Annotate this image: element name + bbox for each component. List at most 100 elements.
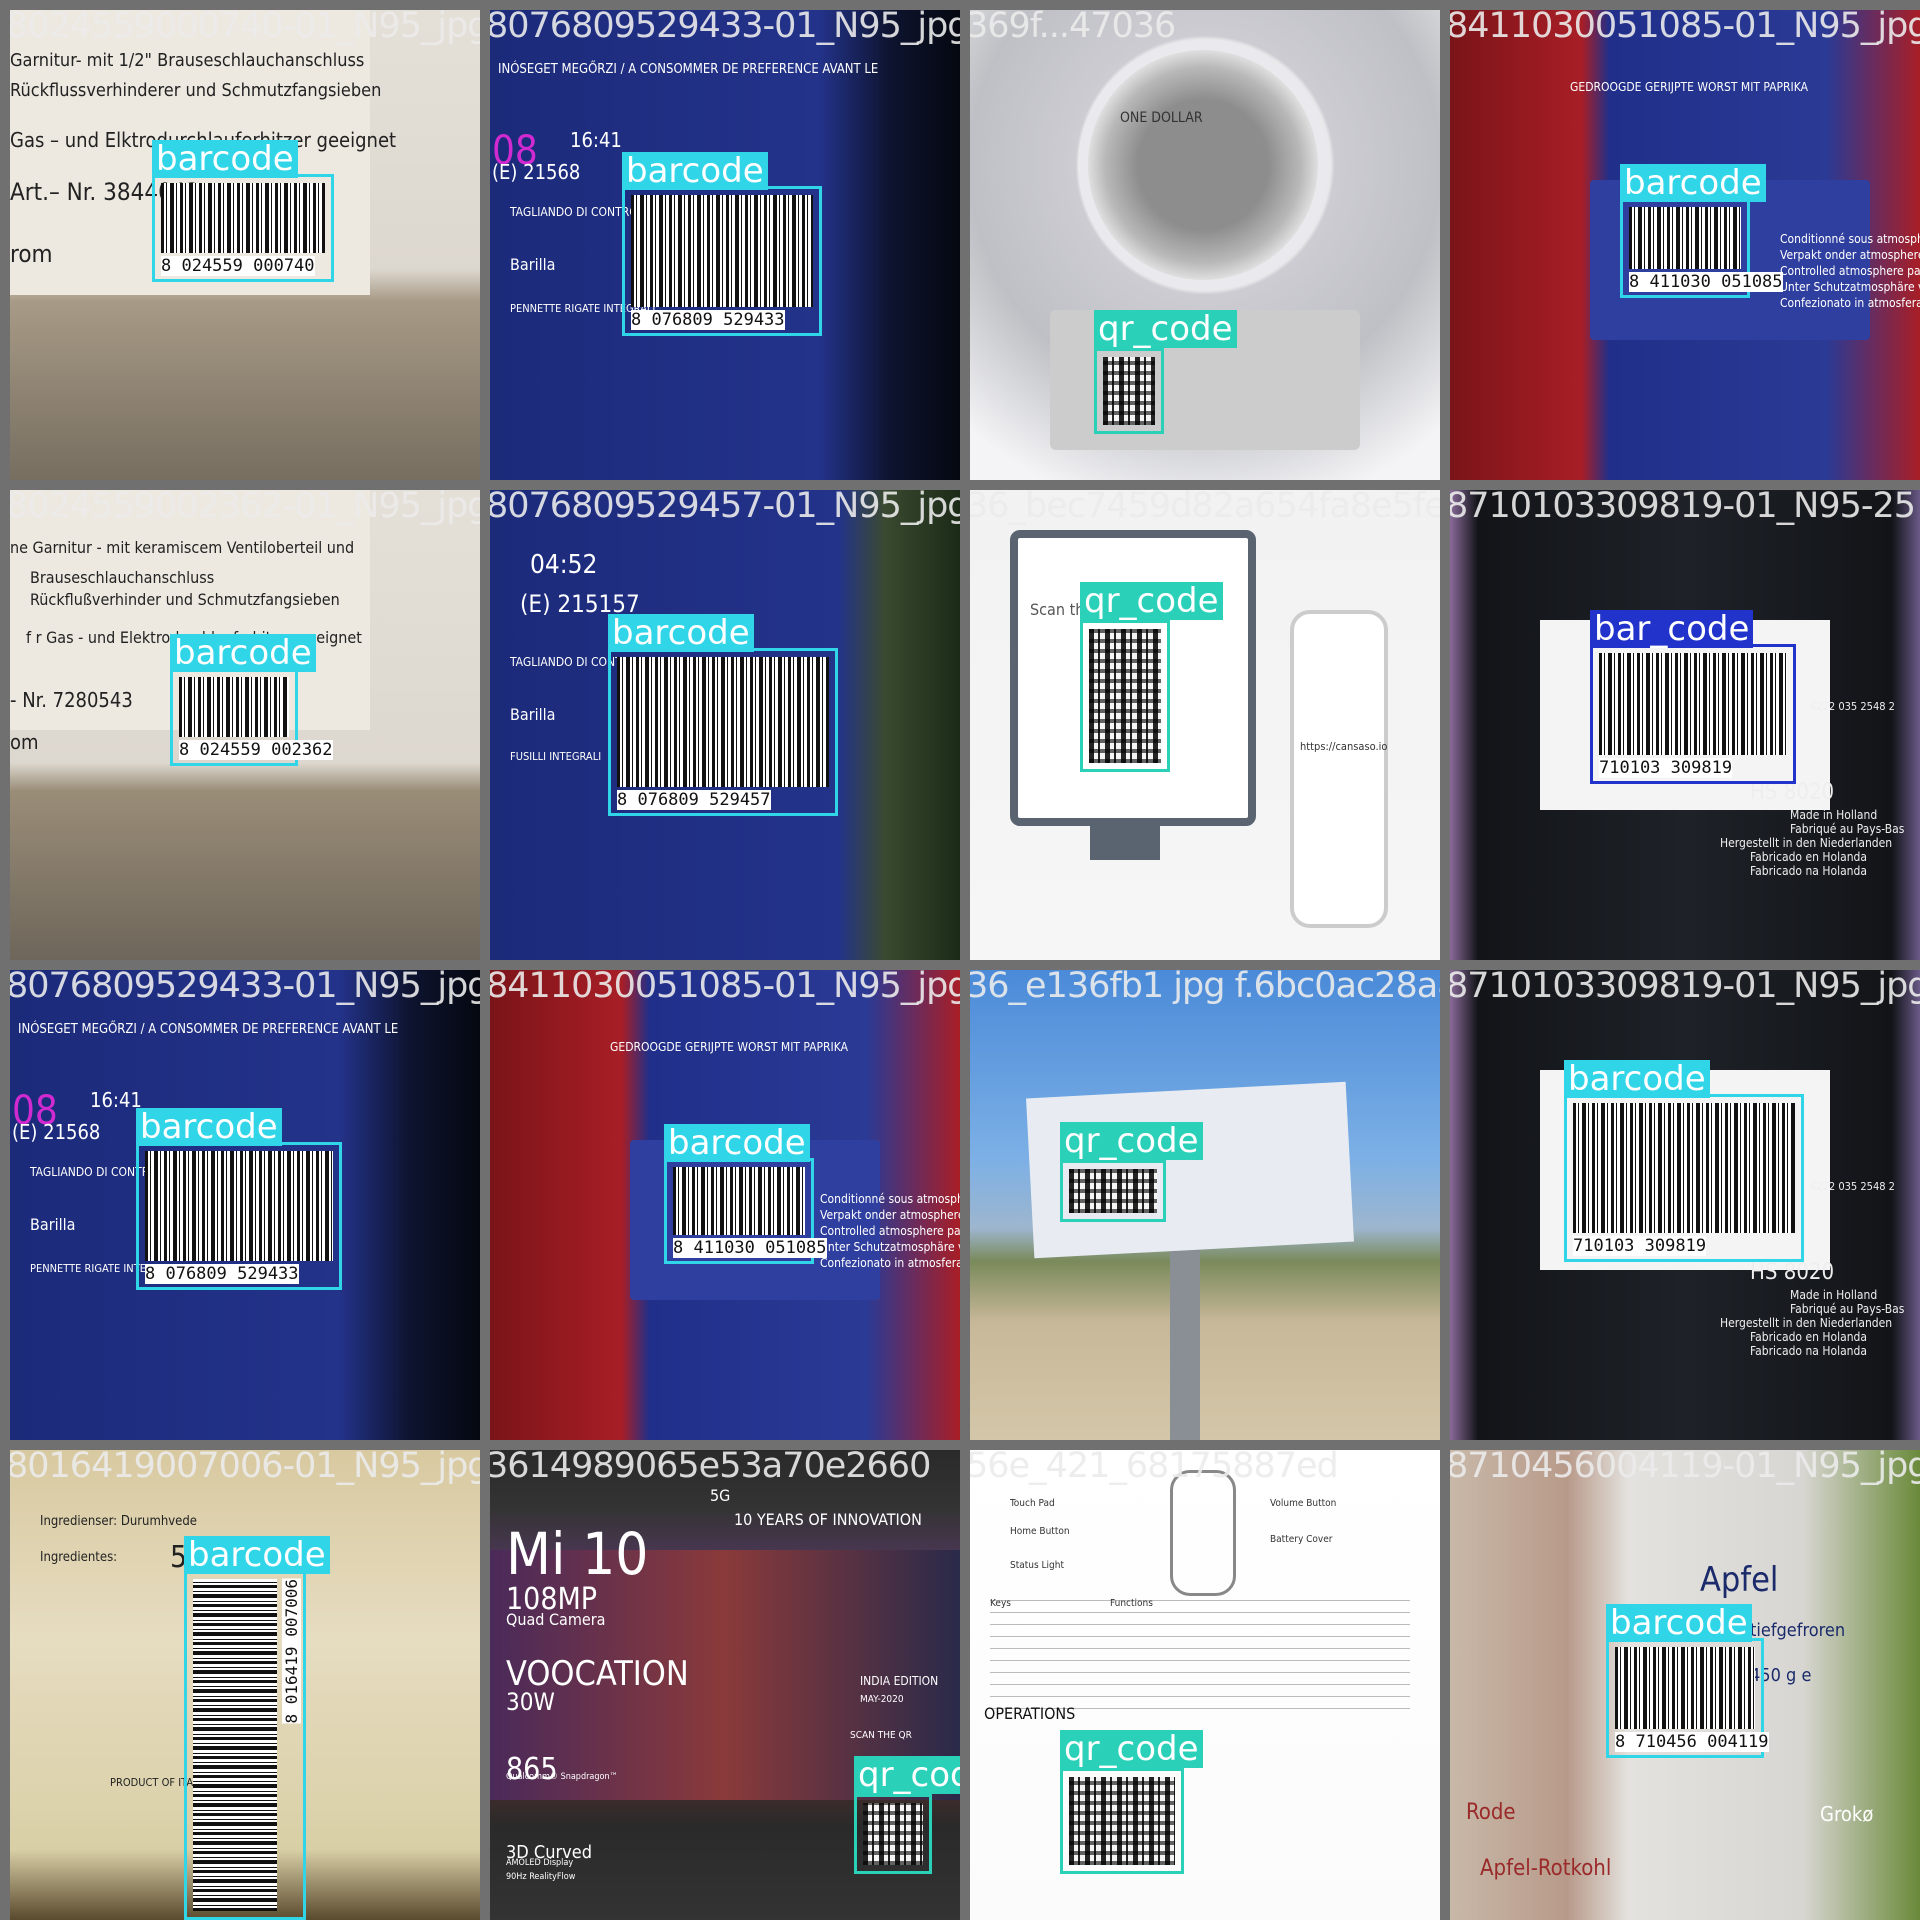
detection-label: barcode (1620, 164, 1766, 202)
qr-code-detection-box[interactable] (1060, 1160, 1166, 1222)
tile-photo-text: Conditionné sous atmosphère (820, 1192, 960, 1206)
monitor-stand (1090, 820, 1160, 860)
barcode-detection-box[interactable]: 710103 309819 (1590, 644, 1796, 784)
barcode-graphic (1573, 1103, 1795, 1233)
tile-photo-text: HS 8020 (1750, 1260, 1835, 1285)
image-tile[interactable]: ne Garnitur - mit keramiscem Ventilobert… (10, 490, 480, 960)
barcode-graphic (161, 183, 325, 253)
tile-photo-text: 16:41 (570, 128, 622, 152)
tile-photo-text: (E) 21568 (492, 160, 581, 184)
barcode-detection-box[interactable]: 8 076809 529433 (136, 1142, 342, 1290)
coin-icon (1088, 50, 1318, 280)
qr-code-detection-box[interactable] (1080, 620, 1170, 772)
tile-photo-text: Grokø (1820, 1802, 1874, 1826)
image-tile[interactable]: Apfel tiefgefroren 450 g e Rode Apfel-Rotkoh… (1450, 1450, 1920, 1920)
qr-code-detection-box[interactable] (854, 1794, 932, 1874)
tile-photo-text: Fabricado en Holanda (1750, 1330, 1868, 1344)
barcode-digits: 8 076809 529433 (631, 310, 785, 330)
image-tile[interactable]: 500 g eIngredienser: DurumhvedeIngredien… (10, 1450, 480, 1920)
barcode-detection-box[interactable]: 8 411030 051085 (664, 1158, 827, 1264)
tile-photo-text: 5G (710, 1486, 731, 1505)
qr-code-detection-box[interactable] (1094, 348, 1164, 434)
tile-photo-text: - Nr. 7280543 (10, 688, 133, 712)
tile-photo-text: Fabriqué au Pays-Bas (1790, 822, 1905, 836)
tile-photo-text: INÓSEGET MEGŐRZI / A CONSOMMER DE PREFER… (18, 1022, 399, 1037)
tile-photo-text: Scan th (1030, 600, 1085, 619)
detection-label: qr_code (1060, 1122, 1203, 1160)
qr-code-graphic (1069, 1777, 1175, 1865)
tile-photo-text: 4222 035 2548 2 (1810, 1180, 1895, 1193)
image-tile[interactable]: Scan th https://cansaso.io qr_code 36_bec74… (970, 490, 1440, 960)
tile-photo-text: Verpakt onder atmosphere (1780, 248, 1920, 262)
image-tile[interactable]: Garnitur- mit 1/2" Brauseschlauchanschlu… (10, 10, 480, 480)
qr-code-graphic (1103, 357, 1155, 425)
image-tile[interactable]: qr_code 36_e136fb1 jpg f.6bc0ac28a87 (970, 970, 1440, 1440)
image-tile[interactable]: 4222 035 2548 2HS8020/33HS 8020Made in H… (1450, 970, 1920, 1440)
image-tile[interactable]: Mi 10 5G 10 YEARS OF INNOVATION 108MP Quad C… (490, 1450, 960, 1920)
image-tile[interactable]: 4222 035 2548 2HS8020/33HS 8020Made in H… (1450, 490, 1920, 960)
image-tile[interactable]: GEDROOGDE GERIJPTE WORST MIT PAPRIKA Cond… (1450, 10, 1920, 480)
image-tile[interactable]: INÓSEGET MEGŐRZI / A CONSOMMER DE PREFER… (490, 10, 960, 480)
detection-label: barcode (1564, 1060, 1710, 1098)
tile-photo-text: Made in Holland (1790, 808, 1878, 822)
detection-label: qr_code (1080, 582, 1223, 620)
tile-photo-text: Volume Button (1270, 1498, 1337, 1509)
tile-photo-text: Verpakt onder atmosphere pa (820, 1208, 960, 1222)
barcode-graphic (617, 657, 829, 787)
qr-code-detection-box[interactable] (1060, 1768, 1184, 1874)
tile-photo-text: https://cansaso.io (1300, 740, 1388, 753)
tile-photo-text: Fabricado na Holanda (1750, 1344, 1867, 1358)
tile-photo-text: ne Garnitur - mit keramiscem Ventilobert… (10, 538, 355, 557)
tile-photo-text: SCAN THE QR (850, 1730, 912, 1741)
tile-photo-text: Fabricado na Holanda (1750, 864, 1867, 878)
barcode-detection-box[interactable]: 710103 309819 (1564, 1094, 1804, 1262)
tile-photo-text: Fabriqué au Pays-Bas (1790, 1302, 1905, 1316)
image-tile[interactable]: INÓSEGET MEGŐRZI / A CONSOMMER DE PREFER… (10, 970, 480, 1440)
tile-photo-text: Controlled atmosphere packa (1780, 264, 1920, 278)
barcode-graphic (1615, 1647, 1755, 1729)
barcode-digits: 8 016419 007006 (282, 1579, 301, 1724)
tile-photo-text: 10 YEARS OF INNOVATION (734, 1510, 922, 1529)
tile-photo-text: Keys (990, 1598, 1011, 1609)
tile-photo-text: Conditionné sous atmosphère (1780, 232, 1920, 246)
tile-photo-text: 16:41 (90, 1088, 142, 1112)
barcode-detection-box[interactable]: 8 710456 004119 (1606, 1638, 1769, 1758)
barcode-detection-box[interactable]: 8 076809 529457 (608, 648, 838, 816)
barcode-detection-box[interactable]: 8 076809 529433 (622, 186, 822, 336)
tile-photo-text: om (10, 730, 39, 754)
tile-photo-text: INDIA EDITION (860, 1674, 939, 1688)
barcode-digits: 8 411030 051085 (673, 1238, 827, 1258)
detection-label: barcode (622, 152, 768, 190)
barcode-digits: 8 024559 000740 (161, 256, 315, 276)
image-tile[interactable]: GEDROOGDE GERIJPTE WORST MIT PAPRIKA Cond… (490, 970, 960, 1440)
detection-label: barcode (170, 634, 316, 672)
image-tile[interactable]: Touch Pad Home Button Status Light Volume B… (970, 1450, 1440, 1920)
tile-photo-text: Battery Cover (1270, 1534, 1333, 1545)
image-tile[interactable]: ONE DOLLAR qr_code 369f...47036 (970, 10, 1440, 480)
tile-photo-text: Barilla (30, 1215, 76, 1234)
qr-code-graphic (1089, 629, 1161, 763)
tile-photo-text: MAY-2020 (860, 1694, 904, 1705)
tile-photo-text: Confezionato in atmosfera pro (1780, 296, 1920, 310)
barcode-digits: 710103 309819 (1599, 758, 1733, 778)
tile-photo-text: Fabricado en Holanda (1750, 850, 1868, 864)
barcode-detection-box[interactable]: 8 411030 051085 (1620, 198, 1783, 298)
tile-photo-text: Rückflußverhinder und Schmutzfangsieben (30, 590, 340, 609)
barcode-detection-box[interactable]: 8 016419 007006 (184, 1570, 306, 1920)
tile-photo-text: 30W (506, 1688, 555, 1716)
detection-label: barcode (1606, 1604, 1752, 1642)
barcode-graphic (179, 677, 289, 737)
detection-label: bar_code (1590, 610, 1754, 648)
tile-photo-text: Made in Holland (1790, 1288, 1878, 1302)
barcode-graphic (193, 1579, 277, 1911)
barcode-detection-box[interactable]: 8 024559 000740 (152, 174, 334, 282)
barcode-digits: 8 024559 002362 (179, 740, 333, 760)
barcode-digits: 8 076809 529433 (145, 1264, 299, 1284)
image-tile[interactable]: 04:52 (E) 215157 TAGLIANDO DI CONTROLLO Bar… (490, 490, 960, 960)
barcode-detection-box[interactable]: 8 024559 002362 (170, 668, 333, 766)
detection-label: barcode (152, 140, 298, 178)
tile-photo-text: ONE DOLLAR (1120, 110, 1203, 126)
manual-table (990, 1600, 1410, 1710)
detection-label: barcode (664, 1124, 810, 1162)
tile-photo-text: Mi 10 (506, 1520, 649, 1588)
